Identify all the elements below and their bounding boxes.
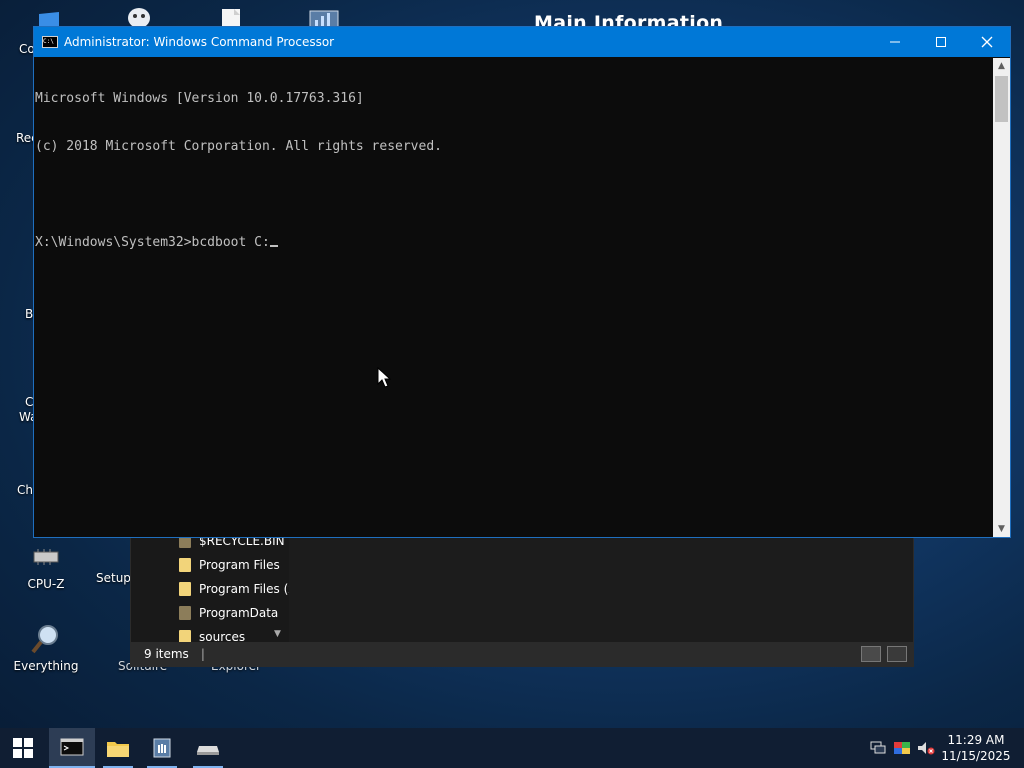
folder-icon: [107, 742, 129, 757]
taskbar-cmd-button[interactable]: [49, 728, 95, 768]
console-line: Microsoft Windows [Version 10.0.17763.31…: [35, 91, 364, 106]
desktop-icon-setup[interactable]: Setup: [96, 571, 131, 585]
desktop-label-partial-3[interactable]: B: [25, 307, 33, 321]
explorer-content-pane[interactable]: [289, 537, 913, 644]
desktop: Main Information Co Rec B C Wa Ch CPU-Z …: [0, 0, 1024, 768]
command-prompt-window[interactable]: C:\ Administrator: Windows Command Proce…: [33, 26, 1011, 538]
status-separator: |: [200, 647, 205, 661]
folder-programdata[interactable]: ProgramData: [179, 602, 289, 624]
taskbar: 11:29 AM 11/15/2025: [0, 728, 1024, 768]
folder-icon: [179, 558, 191, 572]
chevron-down-icon[interactable]: ▼: [274, 629, 281, 639]
cmd-app-icon: C:\: [42, 36, 58, 48]
folder-program-files-x86[interactable]: Program Files (x86): [179, 578, 289, 600]
folder-label: Program Files: [199, 558, 280, 572]
minimize-button[interactable]: [872, 27, 918, 57]
item-count: 9 items: [144, 647, 189, 661]
close-button[interactable]: [964, 27, 1010, 57]
console-line: (c) 2018 Microsoft Corporation. All righ…: [35, 139, 442, 154]
desktop-icon-everything[interactable]: Everything: [6, 622, 86, 673]
folder-program-files[interactable]: Program Files: [179, 554, 289, 576]
mouse-pointer-icon: [377, 366, 392, 393]
everything-label: Everything: [13, 659, 79, 673]
console-prompt-line[interactable]: X:\Windows\System32>bcdboot C:: [35, 235, 994, 251]
cpu-chip-icon: [29, 540, 63, 574]
large-icons-view-button[interactable]: [887, 646, 907, 662]
cmd-icon: [60, 738, 84, 756]
text-cursor: [269, 245, 278, 247]
app-hand-icon: [153, 738, 171, 758]
folder-label: ProgramData: [199, 606, 279, 620]
display-color-icon[interactable]: [890, 728, 914, 768]
title-bar[interactable]: C:\ Administrator: Windows Command Proce…: [34, 27, 1010, 57]
system-tray: 11:29 AM 11/15/2025: [866, 728, 1024, 768]
scroll-up-arrow-icon[interactable]: ▲: [993, 58, 1010, 74]
taskbar-app-button[interactable]: [139, 728, 185, 768]
clock-date: 11/15/2025: [941, 749, 1011, 763]
windows-logo-icon: [13, 738, 33, 758]
console-output[interactable]: Microsoft Windows [Version 10.0.17763.31…: [34, 58, 994, 537]
folder-icon: [179, 582, 191, 596]
minimize-icon: [890, 41, 900, 43]
volume-muted-icon[interactable]: [914, 728, 938, 768]
drive-icon: [197, 746, 219, 755]
explorer-nav-pane[interactable]: $RECYCLE.BIN Program Files Program Files…: [131, 534, 289, 644]
network-icon[interactable]: [866, 728, 890, 768]
close-icon: [981, 36, 993, 48]
folder-icon: [179, 606, 191, 620]
file-explorer-window[interactable]: $RECYCLE.BIN Program Files Program Files…: [130, 534, 914, 667]
explorer-status-bar: 9 items |: [131, 642, 913, 666]
details-view-button[interactable]: [861, 646, 881, 662]
show-desktop-button[interactable]: [1014, 728, 1024, 768]
scroll-thumb[interactable]: [995, 76, 1008, 122]
desktop-icon-cpuz[interactable]: CPU-Z: [6, 540, 86, 591]
start-button[interactable]: [0, 728, 46, 768]
desktop-label-partial-6[interactable]: Ch: [17, 483, 33, 497]
scroll-down-arrow-icon[interactable]: ▼: [993, 521, 1010, 537]
maximize-button[interactable]: [918, 27, 964, 57]
cpuz-label: CPU-Z: [27, 577, 65, 591]
prompt-text: X:\Windows\System32>bcdboot C:: [35, 235, 270, 250]
taskbar-explorer-button[interactable]: [95, 728, 141, 768]
clock[interactable]: 11:29 AM 11/15/2025: [938, 732, 1014, 764]
clock-time: 11:29 AM: [947, 733, 1005, 747]
vertical-scrollbar[interactable]: ▲ ▼: [993, 58, 1010, 537]
magnifier-icon: [29, 622, 63, 656]
folder-label: Program Files (x86): [199, 582, 289, 596]
window-title: Administrator: Windows Command Processor: [64, 35, 335, 49]
taskbar-drive-button[interactable]: [185, 728, 231, 768]
maximize-icon: [936, 37, 946, 47]
